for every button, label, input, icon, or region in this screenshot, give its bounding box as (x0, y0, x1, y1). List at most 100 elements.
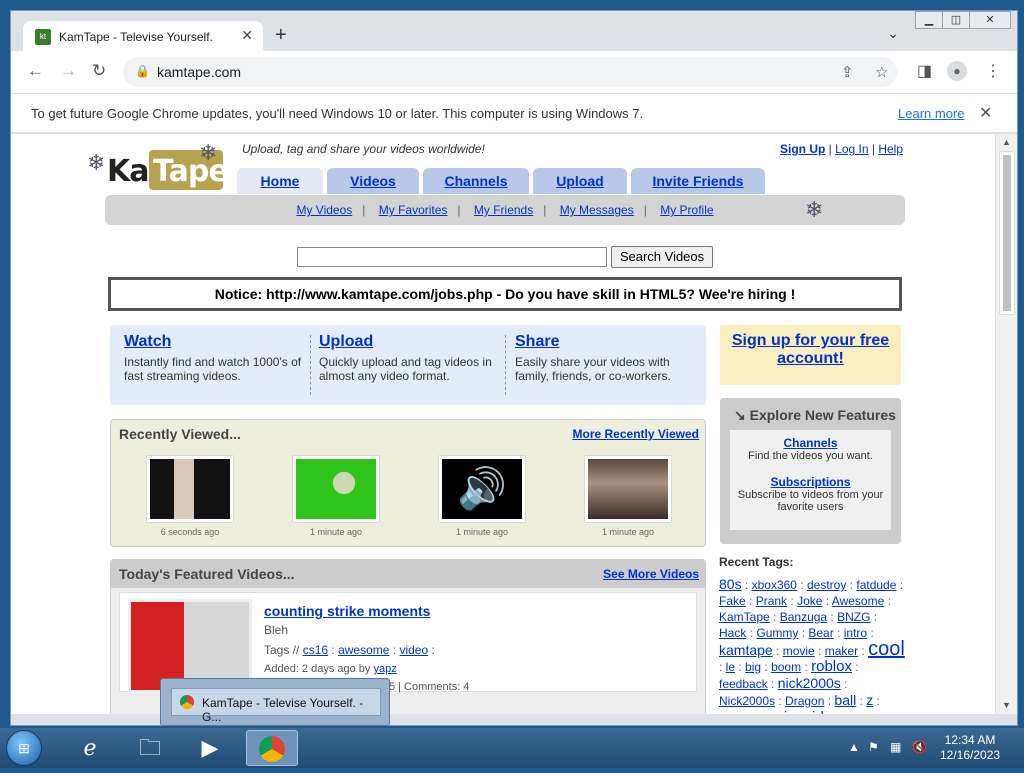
tab-channels[interactable]: Channels (423, 168, 529, 194)
taskbar-thumbnail-preview[interactable]: KamTape - Televise Yourself. - G... (160, 678, 390, 726)
tag-link[interactable]: destroy (807, 578, 846, 592)
tag-link[interactable]: Prank (756, 594, 787, 608)
tag-link[interactable]: cs16 (303, 643, 328, 657)
signup-link[interactable]: Sign Up (780, 142, 825, 156)
tag-link[interactable]: nick2000s (778, 675, 841, 691)
star-icon[interactable]: ☆ (875, 63, 888, 81)
more-recently-viewed-link[interactable]: More Recently Viewed (573, 427, 700, 441)
menu-icon[interactable]: ⋮ (985, 61, 1001, 81)
scroll-up-icon[interactable]: ▲ (1002, 137, 1011, 147)
tag-link[interactable]: maker (825, 644, 858, 658)
tag-link[interactable]: Joke (797, 594, 822, 608)
signup-box-link[interactable]: Sign up for your free account! (732, 332, 889, 367)
share-icon[interactable]: ⇪ (841, 63, 854, 81)
see-more-videos-link[interactable]: See More Videos (603, 567, 699, 581)
address-bar[interactable]: 🔒 kamtape.com ⇪ ☆ (123, 57, 897, 87)
promo-upload-title[interactable]: Upload (319, 333, 499, 351)
my-messages-link[interactable]: My Messages (560, 203, 634, 217)
author-link[interactable]: yapz (373, 663, 396, 675)
tag-link[interactable]: amy (719, 709, 745, 714)
channels-feature-link[interactable]: Channels (730, 436, 891, 450)
restore-icon[interactable]: ◫ (942, 11, 970, 29)
start-button[interactable]: ⊞ (6, 730, 42, 766)
scrollbar-thumb[interactable] (1000, 152, 1014, 314)
login-link[interactable]: Log In (835, 142, 868, 156)
subscriptions-feature-link[interactable]: Subscriptions (730, 475, 891, 489)
scroll-down-icon[interactable]: ▼ (1002, 700, 1011, 710)
chrome-taskbar-button[interactable] (246, 730, 298, 766)
promo-watch-title[interactable]: Watch (124, 333, 304, 351)
tag-link[interactable]: le (726, 660, 735, 674)
video-title-link[interactable]: counting strike moments (264, 603, 430, 619)
video-thumbnail[interactable] (293, 456, 379, 522)
close-tab-icon[interactable]: ✕ (241, 27, 253, 44)
tag-link[interactable]: music (755, 709, 794, 715)
browser-tab[interactable]: kt KamTape - Televise Yourself. ✕ (23, 21, 263, 53)
tab-videos[interactable]: Videos (327, 168, 419, 194)
video-thumbnail[interactable] (585, 456, 671, 522)
recent-video-item[interactable]: 1 minute ago (291, 456, 381, 537)
volume-muted-icon[interactable]: 🔇 (912, 740, 927, 754)
tag-link[interactable]: Gummy (756, 626, 798, 640)
tag-link[interactable]: KamTape (719, 610, 770, 624)
media-player-icon[interactable]: ▶ (184, 730, 236, 766)
my-friends-link[interactable]: My Friends (474, 203, 533, 217)
video-thumbnail[interactable] (147, 456, 233, 522)
tag-link[interactable]: intro (844, 626, 867, 640)
my-videos-link[interactable]: My Videos (296, 203, 352, 217)
tab-home[interactable]: Home (237, 168, 323, 194)
speaker-icon[interactable]: 🔊 (439, 456, 525, 522)
tag-link[interactable]: Fake (719, 594, 746, 608)
learn-more-link[interactable]: Learn more (898, 106, 964, 121)
show-hidden-icons-icon[interactable]: ▲ (848, 740, 860, 754)
tag-link[interactable]: Bear (808, 626, 833, 640)
tag-link[interactable]: roblox (811, 658, 852, 675)
tag-link[interactable]: movie (783, 644, 815, 658)
minimize-icon[interactable]: ▁ (915, 11, 943, 29)
tag-link[interactable]: video (399, 643, 428, 657)
tag-link[interactable]: big (745, 660, 761, 674)
url-text[interactable]: kamtape.com (157, 64, 241, 80)
chevron-down-icon[interactable]: ⌄ (887, 25, 899, 42)
side-panel-icon[interactable]: ◨ (917, 61, 932, 81)
tag-link[interactable]: feedback (719, 677, 768, 691)
tab-invite-friends[interactable]: Invite Friends (631, 168, 765, 194)
infobar-close-icon[interactable]: ✕ (979, 103, 992, 123)
file-explorer-icon[interactable]: 🗀 (124, 730, 176, 766)
action-center-icon[interactable]: ⚑ (868, 740, 879, 754)
my-profile-link[interactable]: My Profile (660, 203, 713, 217)
promo-share-title[interactable]: Share (515, 333, 695, 351)
tag-link[interactable]: z (866, 692, 873, 708)
tag-link[interactable]: Awesome (832, 594, 884, 608)
tag-link[interactable]: Hack (719, 626, 746, 640)
tag-link[interactable]: Dragon (785, 694, 824, 708)
tag-link[interactable]: Banzuga (780, 610, 827, 624)
recent-video-item[interactable]: 6 seconds ago (145, 456, 235, 537)
lock-icon[interactable]: 🔒 (135, 64, 150, 78)
forward-arrow-icon[interactable]: → (60, 61, 77, 81)
signup-box[interactable]: Sign up for your free account! (720, 325, 901, 385)
search-input[interactable] (297, 247, 607, 267)
tab-upload[interactable]: Upload (533, 168, 627, 194)
recent-video-item[interactable]: 1 minute ago (583, 456, 673, 537)
tag-link[interactable]: awesome (338, 643, 389, 657)
search-videos-button[interactable]: Search Videos (611, 246, 713, 268)
new-tab-icon[interactable]: + (275, 25, 287, 45)
tag-link[interactable]: Nick2000s (719, 694, 775, 708)
my-favorites-link[interactable]: My Favorites (379, 203, 448, 217)
tag-link[interactable]: cool (868, 638, 905, 660)
window-close-icon[interactable]: ✕ (969, 11, 1011, 29)
network-icon[interactable]: ▦ (890, 740, 901, 754)
back-arrow-icon[interactable]: ← (27, 61, 44, 81)
recent-video-item[interactable]: 🔊 1 minute ago (437, 456, 527, 537)
tag-link[interactable]: xbox360 (752, 578, 797, 592)
tag-link[interactable]: fatdude (856, 578, 896, 592)
tag-link[interactable]: ball (834, 692, 856, 708)
tag-link[interactable]: video (805, 709, 841, 715)
clock[interactable]: 12:34 AM 12/16/2023 (940, 733, 1000, 763)
kamtape-logo[interactable]: ❄ Kam Tape ❄ (87, 140, 229, 198)
preview-item[interactable]: KamTape - Televise Yourself. - G... (171, 688, 381, 724)
tag-link[interactable]: kamtape (719, 642, 773, 658)
tag-link[interactable]: 80s (719, 576, 742, 592)
profile-icon[interactable]: ● (947, 61, 967, 81)
